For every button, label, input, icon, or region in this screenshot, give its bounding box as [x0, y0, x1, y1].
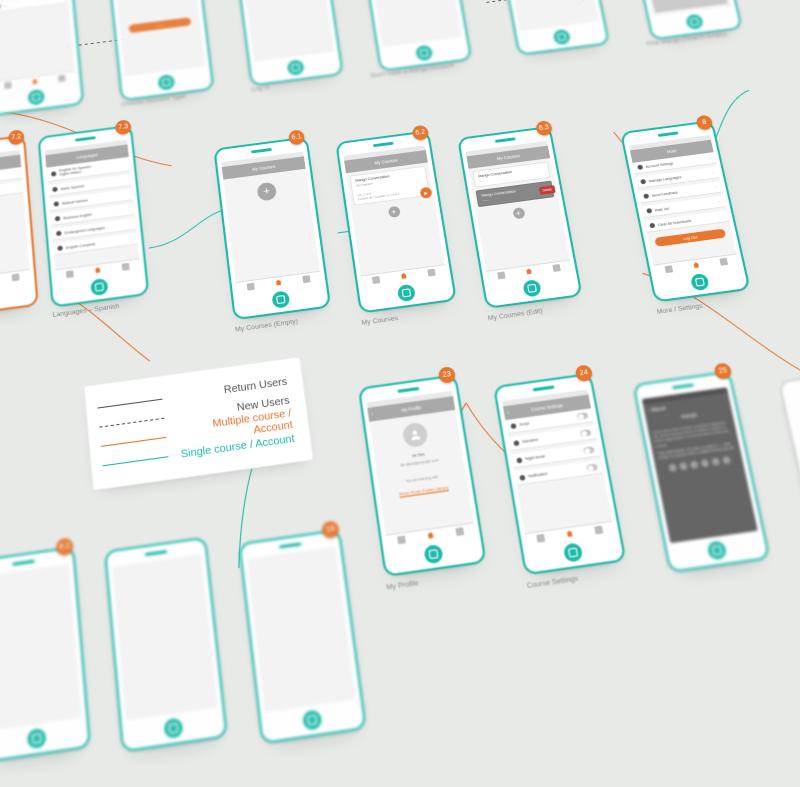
caption-mycourses: My Courses	[361, 315, 399, 327]
flow-canvas: —— —— Choose Account Type —— Log In Don'…	[0, 0, 800, 651]
back-icon[interactable]: ‹	[507, 409, 510, 416]
download-fab[interactable]: ▸	[419, 187, 432, 199]
mail-icon	[643, 193, 649, 199]
navbar-title: My Courses	[497, 153, 521, 161]
phone-top-4	[356, 0, 473, 72]
tab-courses-icon[interactable]	[246, 282, 254, 290]
phone-top-1: ——	[0, 0, 84, 116]
phone-blank	[778, 368, 800, 570]
bell-icon	[519, 474, 525, 480]
caption-more-settings: More / Settings	[656, 303, 703, 316]
avatar	[402, 422, 429, 449]
add-course-button[interactable]: +	[256, 182, 277, 202]
phone-top-2: ——	[105, 0, 214, 101]
delete-button[interactable]: Delete	[539, 185, 556, 195]
navbar-title: My Profile	[401, 405, 422, 413]
phone-bl-2	[104, 536, 228, 752]
phone-more: More Account Settings› Manage Languages›…	[620, 120, 751, 303]
script-icon	[510, 423, 516, 429]
chevron-right-icon: ›	[709, 156, 711, 160]
navbar-title: More	[666, 148, 677, 154]
toggle[interactable]	[577, 412, 589, 420]
navbar-title: My Courses	[374, 158, 398, 166]
phone-mycourses-empty: My Courses +	[213, 136, 331, 320]
caption-my-profile: My Profile	[386, 579, 419, 592]
cta-button[interactable]: ——	[128, 17, 191, 33]
navbar-title: My Courses	[252, 164, 276, 172]
phone-profile: ‹My Profile Hi Tim tim.albee@example.com…	[358, 374, 487, 577]
back-icon[interactable]: ‹	[371, 411, 374, 418]
phone-top-3: ——	[231, 0, 344, 87]
speaker-icon	[513, 440, 519, 446]
phone-about: ‹ About mango Lorem ipsum dolor sit amet…	[632, 371, 770, 574]
course-card[interactable]: Mango Conversation All Chapters Ch. 1 of…	[349, 166, 430, 206]
legend: Return Users New Users Multiple course /…	[85, 358, 313, 490]
add-course-button[interactable]: +	[387, 206, 400, 218]
caption-login: Log In	[251, 84, 270, 93]
phone-langheader: Languages English for Spanish Basic Span…	[0, 135, 39, 319]
phone-course-settings: ‹Course Settings Script Narration Night …	[493, 373, 627, 576]
phone-mycourses-edit: My Courses Mango Conversation —— Mango C…	[457, 126, 583, 309]
add-course-button[interactable]: +	[512, 207, 525, 219]
caption-course-settings: Course Settings	[526, 575, 579, 590]
phone-top-5	[490, 0, 610, 56]
logout-button[interactable]: Log Out	[654, 229, 726, 247]
navbar-title: Course Settings	[531, 403, 564, 413]
phone-bl-3	[238, 529, 367, 745]
phone-mycourses: My Courses Mango Conversation All Chapte…	[335, 130, 457, 313]
tab-home-icon[interactable]	[274, 278, 282, 286]
gear-icon	[637, 165, 643, 170]
globe-icon	[640, 179, 646, 185]
tab-more-icon[interactable]	[302, 275, 310, 283]
phone-langlist: Languages English for SpanishInglés bási…	[37, 125, 149, 308]
star-icon	[646, 208, 652, 214]
trash-icon	[649, 223, 655, 229]
list-item[interactable]: Basic Spanish	[0, 181, 23, 204]
phone-bl-1	[0, 546, 91, 763]
home-icon[interactable]	[94, 266, 102, 274]
caption-mycourses-empty: My Courses (Empty)	[235, 318, 299, 334]
caption-mycourses-edit: My Courses (Edit)	[487, 308, 543, 323]
moon-icon	[516, 457, 522, 463]
navbar-title: Languages	[76, 152, 98, 160]
